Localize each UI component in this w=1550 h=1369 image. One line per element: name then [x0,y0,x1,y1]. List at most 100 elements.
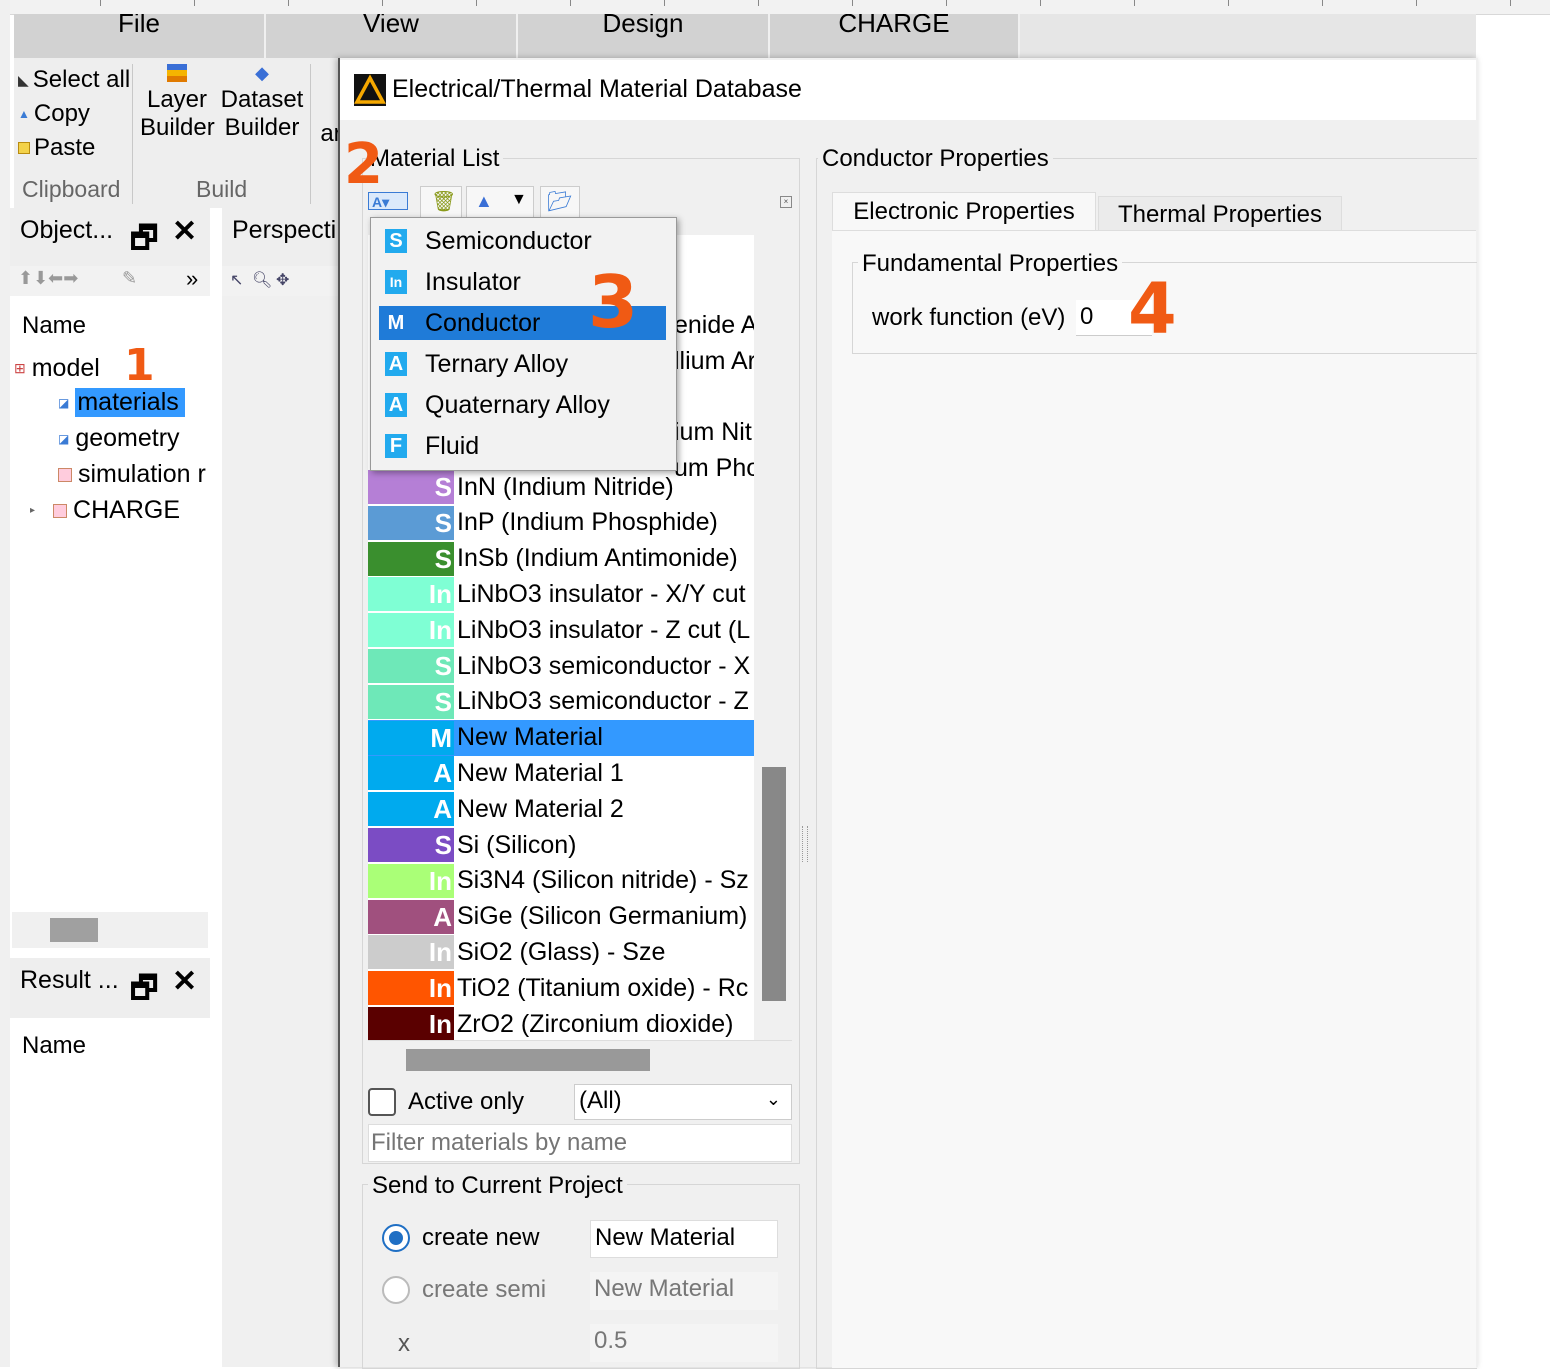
create-semi-name-field[interactable]: New Material [590,1272,778,1310]
perspective-panel-header: Perspecti [222,208,338,266]
material-type-icon: In [428,615,452,646]
material-row[interactable]: In TiO2 (Titanium oxide) - Rc [368,970,754,1006]
charge-icon [53,503,68,518]
material-name: LiNbO3 insulator - X/Y cut [457,579,746,608]
material-row[interactable]: S Si (Silicon) [368,827,754,863]
menu-charge[interactable]: CHARGE [770,14,1020,58]
menu-view[interactable]: View [266,14,518,58]
material-type-icon: S [434,507,452,538]
annotation-4: 4 [1128,268,1177,350]
delete-button[interactable]: 🗑︎ [420,186,462,218]
expand-icon[interactable]: ⊞ [14,360,26,377]
annotation-3: 3 [588,260,639,344]
restore-icon[interactable]: 🗗 [130,966,158,1017]
build-group-label: Build [196,176,248,202]
filter-type-select[interactable]: (All) ⌄ [574,1084,792,1120]
annotation-1: 1 [124,340,155,391]
edit-icon[interactable]: ✎ [122,268,137,289]
open-folder-button[interactable]: 📂︎ [540,186,580,218]
filter-materials-input[interactable] [368,1124,792,1162]
tree-item-materials[interactable]: ◪ materials [58,388,185,417]
close-icon[interactable]: ✕ [172,964,197,999]
material-list-hscroll[interactable] [368,1040,792,1077]
tree-item-geometry[interactable]: ◪ geometry [58,424,180,453]
material-row[interactable]: S InP (Indium Phosphide) [368,505,754,541]
dataset-builder-button[interactable]: ◆ Dataset Builder [220,64,304,142]
create-new-radio[interactable] [382,1224,410,1252]
material-color-swatch: A [368,792,454,827]
menu-item-ternary-alloy[interactable]: A Ternary Alloy [379,347,666,381]
material-row[interactable]: S LiNbO3 semiconductor - Z [368,684,754,720]
x-value-field[interactable]: 0.5 [590,1324,778,1362]
material-type-icon: In [428,865,452,896]
create-new-name-field[interactable]: New Material [590,1220,778,1258]
copy-button[interactable]: ▲ Copy [18,100,90,128]
tree-item-charge[interactable]: ▸ CHARGE [30,496,180,525]
material-row[interactable]: In LiNbO3 insulator - X/Y cut [368,576,754,612]
zoom-icon[interactable]: 🔍︎ [252,270,272,290]
close-icon[interactable]: ✕ [172,214,197,249]
import-dropdown-button[interactable]: ▲ ▼ [466,186,534,218]
menu-item-semiconductor[interactable]: S Semiconductor [379,224,666,258]
menu-bar: File View Design CHARGE [14,14,1476,58]
tree-item-model[interactable]: ⊞ model [14,354,100,383]
material-row[interactable]: A New Material 1 [368,755,754,791]
material-color-swatch: S [368,505,454,540]
material-row[interactable]: S LiNbO3 semiconductor - X [368,648,754,684]
ternary-alloy-icon: A [385,352,407,376]
folder-icon: 📂︎ [547,191,573,213]
select-all-button[interactable]: ◣ Select all [18,66,130,94]
menu-item-fluid[interactable]: F Fluid [379,429,666,463]
tab-thermal-properties[interactable]: Thermal Properties [1098,196,1342,234]
more-icon[interactable]: » [186,266,198,292]
splitter-handle[interactable] [802,826,808,862]
ruler-tick [758,0,759,6]
material-type-icon: In [428,579,452,610]
material-row[interactable]: In ZrO2 (Zirconium dioxide) [368,1006,754,1040]
pointer-icon[interactable]: ↖ [230,270,243,290]
menu-item-quaternary-alloy[interactable]: A Quaternary Alloy [379,388,666,422]
collapse-arrow-icon[interactable]: ▸ [30,505,35,516]
expand-panel-icon[interactable]: × [780,196,792,208]
scroll-thumb[interactable] [406,1049,650,1071]
create-semi-radio[interactable] [382,1276,410,1304]
material-row[interactable]: A SiGe (Silicon Germanium) [368,899,754,935]
paste-button[interactable]: Paste [18,134,95,162]
material-name: New Material 2 [457,794,624,823]
material-row[interactable]: M New Material [368,719,754,756]
scroll-thumb[interactable] [50,918,98,942]
nav-arrows-icon[interactable]: ⬆⬇⬅➡ [18,268,78,289]
conductor-icon: M [387,312,405,334]
menu-design[interactable]: Design [518,14,770,58]
trash-icon: 🗑︎ [431,191,457,213]
ribbon-separator [310,64,311,204]
material-color-swatch: A [368,899,454,934]
active-only-checkbox[interactable] [368,1088,396,1116]
menu-item-label: Semiconductor [425,226,592,255]
material-color-swatch: S [368,541,454,576]
material-row[interactable]: In Si3N4 (Silicon nitride) - Sz [368,863,754,899]
material-row[interactable]: S InN (Indium Nitride) [368,469,754,505]
material-list-label: Material List [366,145,504,173]
ruler-tick [946,0,947,6]
scroll-thumb[interactable] [762,767,786,1001]
material-row[interactable]: In SiO2 (Glass) - Sze [368,934,754,970]
pan-icon[interactable]: ✥ [276,270,289,290]
restore-icon[interactable]: 🗗 [130,216,158,267]
material-row[interactable]: In LiNbO3 insulator - Z cut (L [368,612,754,648]
material-list-vscroll[interactable] [754,235,790,1040]
menu-file[interactable]: File [14,14,266,58]
tab-electronic-properties[interactable]: Electronic Properties [832,192,1096,233]
material-type-icon: S [434,651,452,681]
material-name: Si3N4 (Silicon nitride) - Sz [457,866,749,895]
conductor-properties-label: Conductor Properties [818,145,1053,173]
material-row[interactable]: S InSb (Indium Antimonide) [368,541,754,577]
material-row[interactable]: A New Material 2 [368,791,754,827]
tree-item-simulation[interactable]: simulation r [58,460,208,489]
layer-builder-button[interactable]: Layer Builder [140,64,215,142]
material-name: LiNbO3 semiconductor - Z [457,687,749,716]
material-type-icon: In [428,937,452,968]
objects-hscroll[interactable] [12,912,208,948]
semiconductor-icon: S [385,229,407,253]
ruler-tick [664,0,665,6]
